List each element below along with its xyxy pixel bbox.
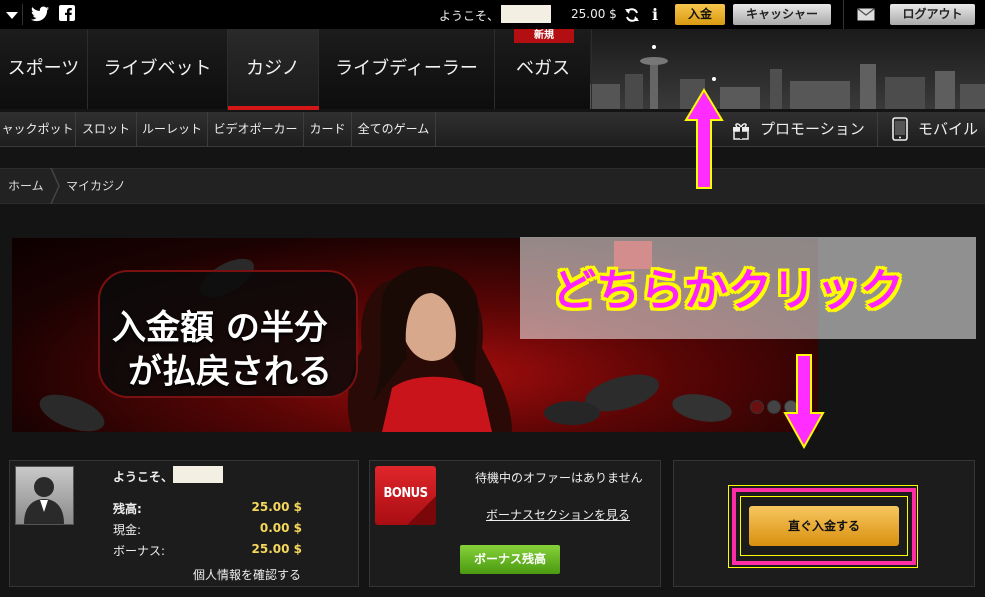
arrow-down-icon [783, 353, 825, 452]
no-offers-text: 待機中のオファーはありません [475, 471, 643, 485]
nav-sports[interactable]: スポーツ [0, 29, 88, 109]
account-username-box [173, 466, 223, 483]
divider [22, 4, 23, 25]
nav-live-dealer[interactable]: ライブディーラー [319, 29, 495, 109]
breadcrumb-home[interactable]: ホーム [8, 168, 44, 204]
active-tab-indicator [228, 106, 319, 110]
cash-value: 0.00 $ [259, 521, 302, 535]
dropdown-arrow-icon[interactable] [6, 9, 18, 23]
mobile-icon[interactable] [892, 117, 908, 144]
cash-label: 現金: [113, 523, 142, 537]
username-box [501, 5, 551, 23]
mail-icon[interactable] [857, 7, 875, 24]
subnav-roulette[interactable]: ルーレット [137, 112, 208, 147]
subnav-slots[interactable]: スロット [76, 112, 137, 147]
nav-live-bet[interactable]: ライブベット [88, 29, 228, 109]
welcome-text: ようこそ、 [439, 9, 500, 23]
breadcrumb-current: マイカジノ [66, 179, 126, 193]
logout-button[interactable]: ログアウト [890, 4, 975, 25]
banner-headline-1: 入金額 の半分 [112, 308, 328, 348]
profile-link[interactable]: 個人情報を確認する [193, 566, 301, 583]
bonus-label: ボーナス: [113, 544, 166, 558]
promotions-link[interactable]: プロモーション [760, 112, 865, 147]
nav-casino[interactable]: カジノ [228, 29, 319, 109]
bonus-balance-button[interactable]: ボーナス残高 [460, 545, 560, 574]
arrow-up-icon [684, 88, 724, 195]
annotation-text: どちらかクリック [552, 265, 904, 316]
bonus-icon: BONUS [375, 466, 436, 525]
divider [877, 112, 878, 147]
info-icon[interactable]: i [652, 5, 658, 24]
subnav-jackpot[interactable]: ャックポット [0, 112, 76, 147]
bonus-section-link[interactable]: ボーナスセクションを見る [486, 506, 630, 523]
carousel-dot[interactable] [767, 400, 781, 414]
cashier-button[interactable]: キャッシャー [733, 4, 831, 25]
bonus-icon-text: BONUS [383, 486, 428, 501]
mobile-link[interactable]: モバイル [918, 112, 978, 147]
deposit-now-button[interactable]: 直ぐ入金する [749, 506, 899, 546]
breadcrumb [0, 168, 985, 204]
carousel-dot[interactable] [750, 400, 764, 414]
refresh-icon[interactable] [624, 7, 640, 26]
twitter-icon[interactable] [31, 6, 49, 25]
city-skyline-decoration [590, 29, 985, 109]
bonus-value: 25.00 $ [251, 542, 302, 556]
breadcrumb-separator-icon [50, 167, 60, 207]
balance-text: 25.00 $ [571, 7, 617, 21]
deposit-button[interactable]: 入金 [675, 4, 725, 25]
subnav-cards[interactable]: カード [304, 112, 352, 147]
subnav-video-poker[interactable]: ビデオポーカー [208, 112, 304, 147]
banner-headline-2: が払戻される [128, 352, 332, 392]
facebook-icon[interactable] [59, 5, 75, 21]
gift-icon[interactable] [731, 120, 751, 143]
new-badge: 新規 [514, 29, 574, 43]
divider [843, 0, 844, 29]
subnav-all-games[interactable]: 全てのゲーム [352, 112, 436, 147]
avatar [15, 466, 74, 525]
account-welcome: ようこそ、 [113, 470, 174, 484]
balance-label: 残高: [113, 502, 142, 516]
balance-value: 25.00 $ [251, 500, 302, 514]
